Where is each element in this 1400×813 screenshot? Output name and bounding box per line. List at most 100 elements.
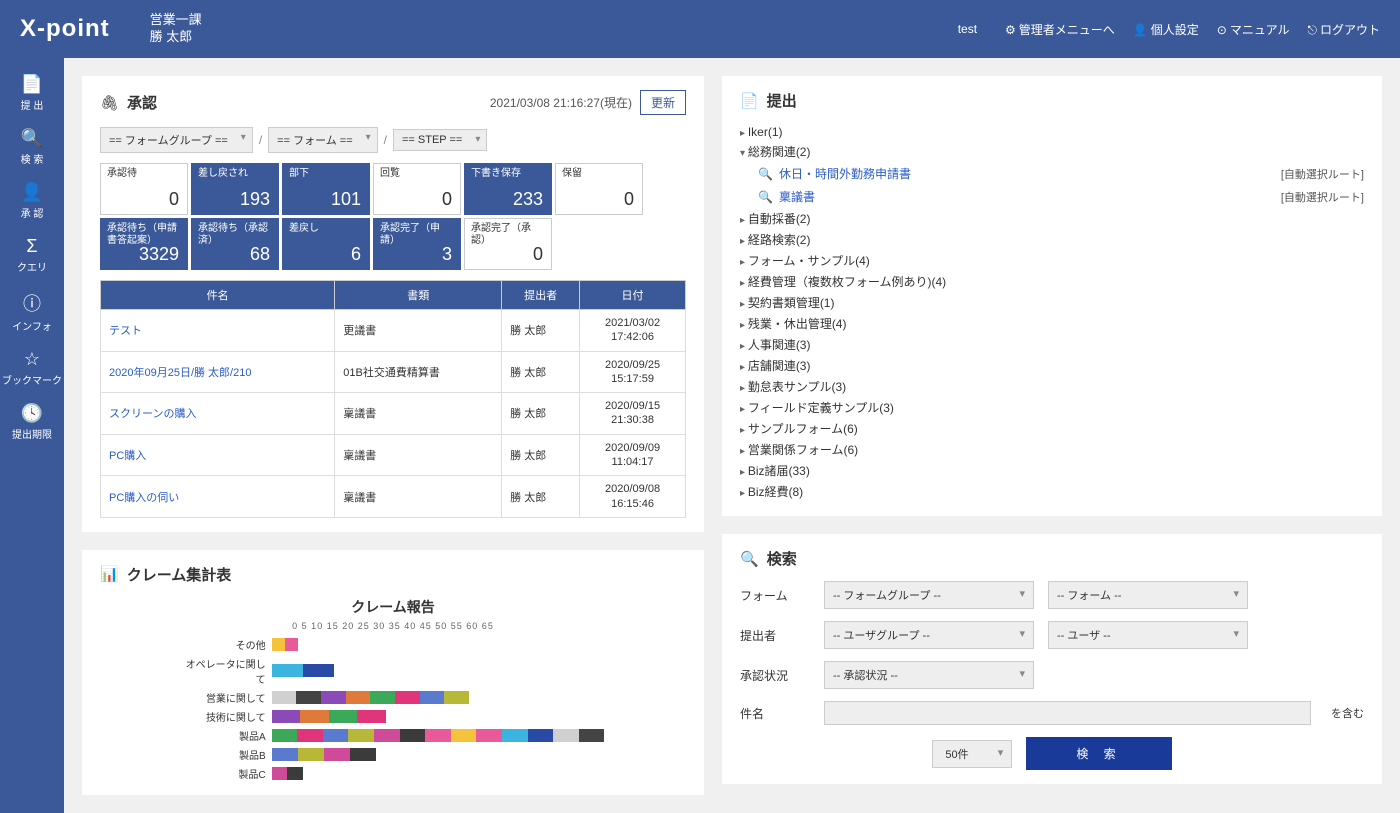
status-tile[interactable]: 部下101 [282,163,370,215]
claim-panel: 📊 クレーム集計表 クレーム報告 0 5 10 15 20 25 30 35 4… [82,550,704,795]
route-label: [自動選択ルート] [1281,166,1364,182]
tree-node[interactable]: 契約書類管理(1) [740,292,1364,313]
submit-title: 提出 [767,90,797,111]
tree-node[interactable]: フォーム・サンプル(4) [740,250,1364,271]
sidebar-item[interactable]: 📄提 出 [0,66,64,120]
status-tile[interactable]: 差し戻され193 [191,163,279,215]
search-panel: 🔍 検索 フォーム -- フォームグループ -- -- フォーム -- 提出者 … [722,534,1382,784]
search-formgroup-select[interactable]: -- フォームグループ -- [824,581,1034,609]
search-user-select[interactable]: -- ユーザ -- [1048,621,1248,649]
claim-chart: クレーム報告 0 5 10 15 20 25 30 35 40 45 50 55… [100,597,686,781]
env-label: test [958,22,977,36]
chart-bar [272,748,376,761]
tree-node[interactable]: 営業関係フォーム(6) [740,439,1364,460]
tree-node[interactable]: 残業・休出管理(4) [740,313,1364,334]
status-tile[interactable]: 保留 0 [555,163,643,215]
chart-bar [272,710,386,723]
refresh-button[interactable]: 更新 [640,90,686,115]
chart-row: 製品C [182,766,605,781]
table-row: テスト 更議書 勝 太郎 2021/03/0217:42:06 [101,310,686,352]
sidebar-item[interactable]: 🕓提出期限 [0,395,64,449]
tree-node[interactable]: 総務関連(2) [740,141,1364,162]
stamp-icon: 🖇 [100,94,119,112]
status-tile[interactable]: 承認完了（申請）3 [373,218,461,270]
form-link[interactable]: 稟議書 [779,188,815,205]
search-subject-input[interactable] [824,701,1311,725]
chart-category-label: その他 [182,637,272,652]
status-tile[interactable]: 承認待ち（申請書答起案）3329 [100,218,188,270]
status-tile[interactable]: 承認完了（承認）0 [464,218,552,270]
tree-node[interactable]: Iker(1) [740,123,1364,141]
tree-node[interactable]: 店舗関連(3) [740,355,1364,376]
search-count-select[interactable]: 50件 [932,740,1012,768]
table-row: PC購入 稟議書 勝 太郎 2020/09/0911:04:17 [101,434,686,476]
status-tile[interactable]: 回覧0 [373,163,461,215]
user-block: 営業一課 勝 太郎 [150,12,202,46]
row-doc: 稟議書 [335,434,502,476]
approval-panel: 🖇 承認 2021/03/08 21:16:27(現在) 更新 == フォームグ… [82,76,704,532]
admin-menu-link[interactable]: ⚙管理者メニューへ [1005,21,1115,38]
search-form-select[interactable]: -- フォーム -- [1048,581,1248,609]
tree-node[interactable]: 勤怠表サンプル(3) [740,376,1364,397]
personal-settings-link[interactable]: 👤個人設定 [1133,21,1199,38]
search-title: 検索 [767,548,797,569]
search-button[interactable]: 検 索 [1026,737,1171,770]
tree-node[interactable]: Biz諸届(33) [740,460,1364,481]
tile-value: 0 [624,189,634,210]
tree-node[interactable]: 自動採番(2) [740,208,1364,229]
chart-bar [272,664,334,677]
sidebar-item[interactable]: Σクエリ [0,228,64,282]
search-icon: 🔍 [740,550,759,568]
sidebar-item[interactable]: ☆ブックマーク [0,341,64,395]
row-subject[interactable]: PC購入の伺い [101,476,335,518]
tile-value: 101 [331,189,361,210]
form-link[interactable]: 休日・時間外勤務申請書 [779,165,911,182]
form-select[interactable]: == フォーム == [268,127,377,153]
tree-node[interactable]: フィールド定義サンプル(3) [740,397,1364,418]
chart-row: その他 [182,637,605,652]
sidebar-item[interactable]: 👤承 認 [0,174,64,228]
search-subject-label: 件名 [740,705,810,722]
tree-leaf: 🔍休日・時間外勤務申請書[自動選択ルート] [758,162,1364,185]
manual-link[interactable]: ⊙マニュアル [1217,21,1290,38]
table-row: PC購入の伺い 稟議書 勝 太郎 2020/09/0816:15:46 [101,476,686,518]
tile-label: 差戻し [289,223,363,235]
sidebar-label: インフォ [12,322,52,333]
status-tile[interactable]: 下書き保存233 [464,163,552,215]
row-subject[interactable]: 2020年09月25日/勝 太郎/210 [101,351,335,393]
sidebar-icon: ⓘ [2,290,62,316]
approval-table: 件名書類提出者日付 テスト 更議書 勝 太郎 2021/03/0217:42:0… [100,280,686,518]
form-group-select[interactable]: == フォームグループ == [100,127,253,153]
status-tile[interactable]: 承認待ち（承認済）68 [191,218,279,270]
search-status-select[interactable]: -- 承認状況 -- [824,661,1034,689]
route-label: [自動選択ルート] [1281,189,1364,205]
chart-x-axis: 0 5 10 15 20 25 30 35 40 45 50 55 60 65 [292,621,494,631]
row-doc: 稟議書 [335,393,502,435]
row-subject[interactable]: テスト [101,310,335,352]
user-name: 勝 太郎 [150,29,202,46]
sidebar-icon: 👤 [2,182,62,203]
chart-category-label: オペレータに関して [182,656,272,686]
tree-node[interactable]: Biz経費(8) [740,481,1364,502]
row-subject[interactable]: スクリーンの購入 [101,393,335,435]
tree-node[interactable]: サンプルフォーム(6) [740,418,1364,439]
search-usergroup-select[interactable]: -- ユーザグループ -- [824,621,1034,649]
chart-row: 製品B [182,747,605,762]
sidebar-item[interactable]: ⓘ インフォ [0,282,64,341]
sidebar-item[interactable]: 🔍検 索 [0,120,64,174]
chart-bar [272,691,470,704]
chart-bar [272,638,298,651]
tile-value: 0 [169,189,179,210]
status-tile[interactable]: 承認待0 [100,163,188,215]
logout-link[interactable]: ⎋ログアウト [1307,21,1380,38]
row-subject[interactable]: PC購入 [101,434,335,476]
tree-node[interactable]: 経路検索(2) [740,229,1364,250]
tree-node[interactable]: 経費管理（複数枚フォーム例あり)(4) [740,271,1364,292]
tree-node[interactable]: 人事関連(3) [740,334,1364,355]
row-submitter: 勝 太郎 [502,476,580,518]
row-submitter: 勝 太郎 [502,351,580,393]
status-tile[interactable]: 差戻し6 [282,218,370,270]
tile-label: 保留 [562,168,636,180]
step-select[interactable]: == STEP == [393,129,487,151]
row-doc: 稟議書 [335,476,502,518]
